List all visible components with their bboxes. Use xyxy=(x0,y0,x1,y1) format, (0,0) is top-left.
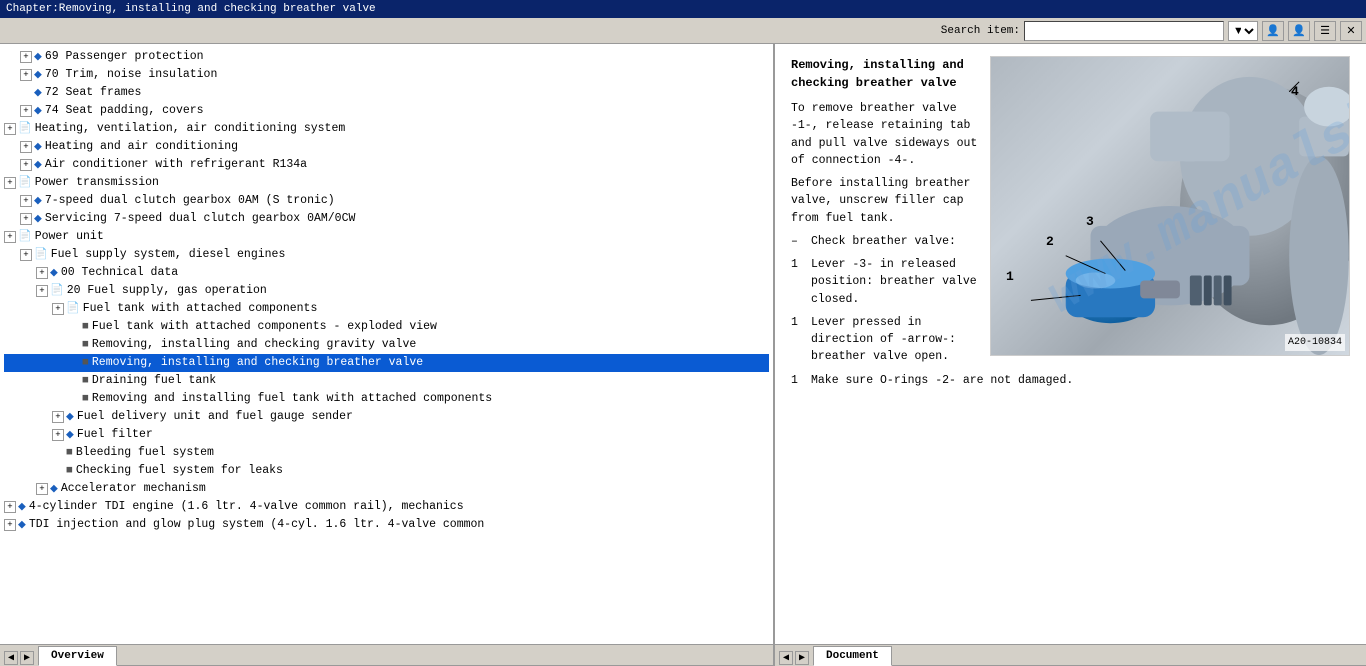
doc-content: www.manualslib.co.uk 1 2 3 4 A20-10834 R… xyxy=(775,44,1366,644)
doc-para-5: 1 Make sure O-rings -2- are not damaged. xyxy=(791,372,1350,389)
tree-item-6[interactable]: +◆Heating and air conditioning xyxy=(4,138,769,156)
callout-3: 3 xyxy=(1086,212,1094,232)
left-nav-arrow-next[interactable]: ▶ xyxy=(20,651,34,665)
left-tab-bar: ◀ ▶ Overview xyxy=(0,644,775,666)
tree-item-5[interactable]: +📄Heating, ventilation, air conditioning… xyxy=(4,120,769,138)
doc-para-2: – Check breather valve: xyxy=(791,233,978,250)
tree-item-10[interactable]: +◆Servicing 7-speed dual clutch gearbox … xyxy=(4,210,769,228)
right-nav-arrow-next[interactable]: ▶ xyxy=(795,651,809,665)
search-label: Search item: xyxy=(941,25,1020,37)
tree-item-8[interactable]: +📄Power transmission xyxy=(4,174,769,192)
toolbar: Search item: ▼ 👤 👤 ☰ ✕ xyxy=(0,18,1366,44)
search-input[interactable] xyxy=(1024,21,1224,41)
left-panel: +◆69 Passenger protection+◆70 Trim, nois… xyxy=(0,44,775,644)
doc-image: www.manualslib.co.uk 1 2 3 4 A20-10834 xyxy=(990,56,1350,356)
search-user2-btn[interactable]: 👤 xyxy=(1288,21,1310,41)
tree-item-24[interactable]: ■Checking fuel system for leaks xyxy=(4,462,769,480)
tree-item-22[interactable]: +◆Fuel filter xyxy=(4,426,769,444)
tree-item-4[interactable]: +◆74 Seat padding, covers xyxy=(4,102,769,120)
tree-item-11[interactable]: +📄Power unit xyxy=(4,228,769,246)
tree-item-2[interactable]: +◆70 Trim, noise insulation xyxy=(4,66,769,84)
tree-item-9[interactable]: +◆7-speed dual clutch gearbox 0AM (S tro… xyxy=(4,192,769,210)
tree-item-20[interactable]: ■Removing and installing fuel tank with … xyxy=(4,390,769,408)
tree-container[interactable]: +◆69 Passenger protection+◆70 Trim, nois… xyxy=(0,44,773,644)
search-dropdown[interactable]: ▼ xyxy=(1228,21,1258,41)
right-nav-arrow-prev[interactable]: ◀ xyxy=(779,651,793,665)
tree-item-17[interactable]: ■Removing, installing and checking gravi… xyxy=(4,336,769,354)
tab-overview[interactable]: Overview xyxy=(38,646,117,666)
tree-item-25[interactable]: +◆Accelerator mechanism xyxy=(4,480,769,498)
tree-item-19[interactable]: ■Draining fuel tank xyxy=(4,372,769,390)
right-panel: www.manualslib.co.uk 1 2 3 4 A20-10834 R… xyxy=(775,44,1366,644)
tree-item-23[interactable]: ■Bleeding fuel system xyxy=(4,444,769,462)
tree-item-16[interactable]: ■Fuel tank with attached components - ex… xyxy=(4,318,769,336)
tree-item-26[interactable]: +◆4-cylinder TDI engine (1.6 ltr. 4-valv… xyxy=(4,498,769,516)
doc-para-4: 1 Lever pressed in direction of -arrow-:… xyxy=(791,314,978,366)
tree-item-1[interactable]: +◆69 Passenger protection xyxy=(4,48,769,66)
tree-item-18[interactable]: ■Removing, installing and checking breat… xyxy=(4,354,769,372)
title-text: Chapter:Removing, installing and checkin… xyxy=(6,3,376,15)
callout-2: 2 xyxy=(1046,232,1054,252)
title-bar: Chapter:Removing, installing and checkin… xyxy=(0,0,1366,18)
tree-item-12[interactable]: +📄Fuel supply system, diesel engines xyxy=(4,246,769,264)
menu-btn[interactable]: ☰ xyxy=(1314,21,1336,41)
tab-document[interactable]: Document xyxy=(813,646,892,666)
doc-para-3: 1 Lever -3- in released position: breath… xyxy=(791,256,978,308)
callout-4: 4 xyxy=(1291,82,1299,102)
callout-1: 1 xyxy=(1006,267,1014,287)
image-ref: A20-10834 xyxy=(1285,334,1345,351)
tree-item-15[interactable]: +📄Fuel tank with attached components xyxy=(4,300,769,318)
tree-item-13[interactable]: +◆00 Technical data xyxy=(4,264,769,282)
tree-item-3[interactable]: ◆72 Seat frames xyxy=(4,84,769,102)
tree-item-21[interactable]: +◆Fuel delivery unit and fuel gauge send… xyxy=(4,408,769,426)
tree-item-27[interactable]: +◆TDI injection and glow plug system (4-… xyxy=(4,516,769,534)
right-tab-bar: ◀ ▶ Document xyxy=(775,644,1366,666)
close-btn[interactable]: ✕ xyxy=(1340,21,1362,41)
left-nav-arrow-prev[interactable]: ◀ xyxy=(4,651,18,665)
tree-item-14[interactable]: +📄20 Fuel supply, gas operation xyxy=(4,282,769,300)
tree-item-7[interactable]: +◆Air conditioner with refrigerant R134a xyxy=(4,156,769,174)
search-user-btn[interactable]: 👤 xyxy=(1262,21,1284,41)
